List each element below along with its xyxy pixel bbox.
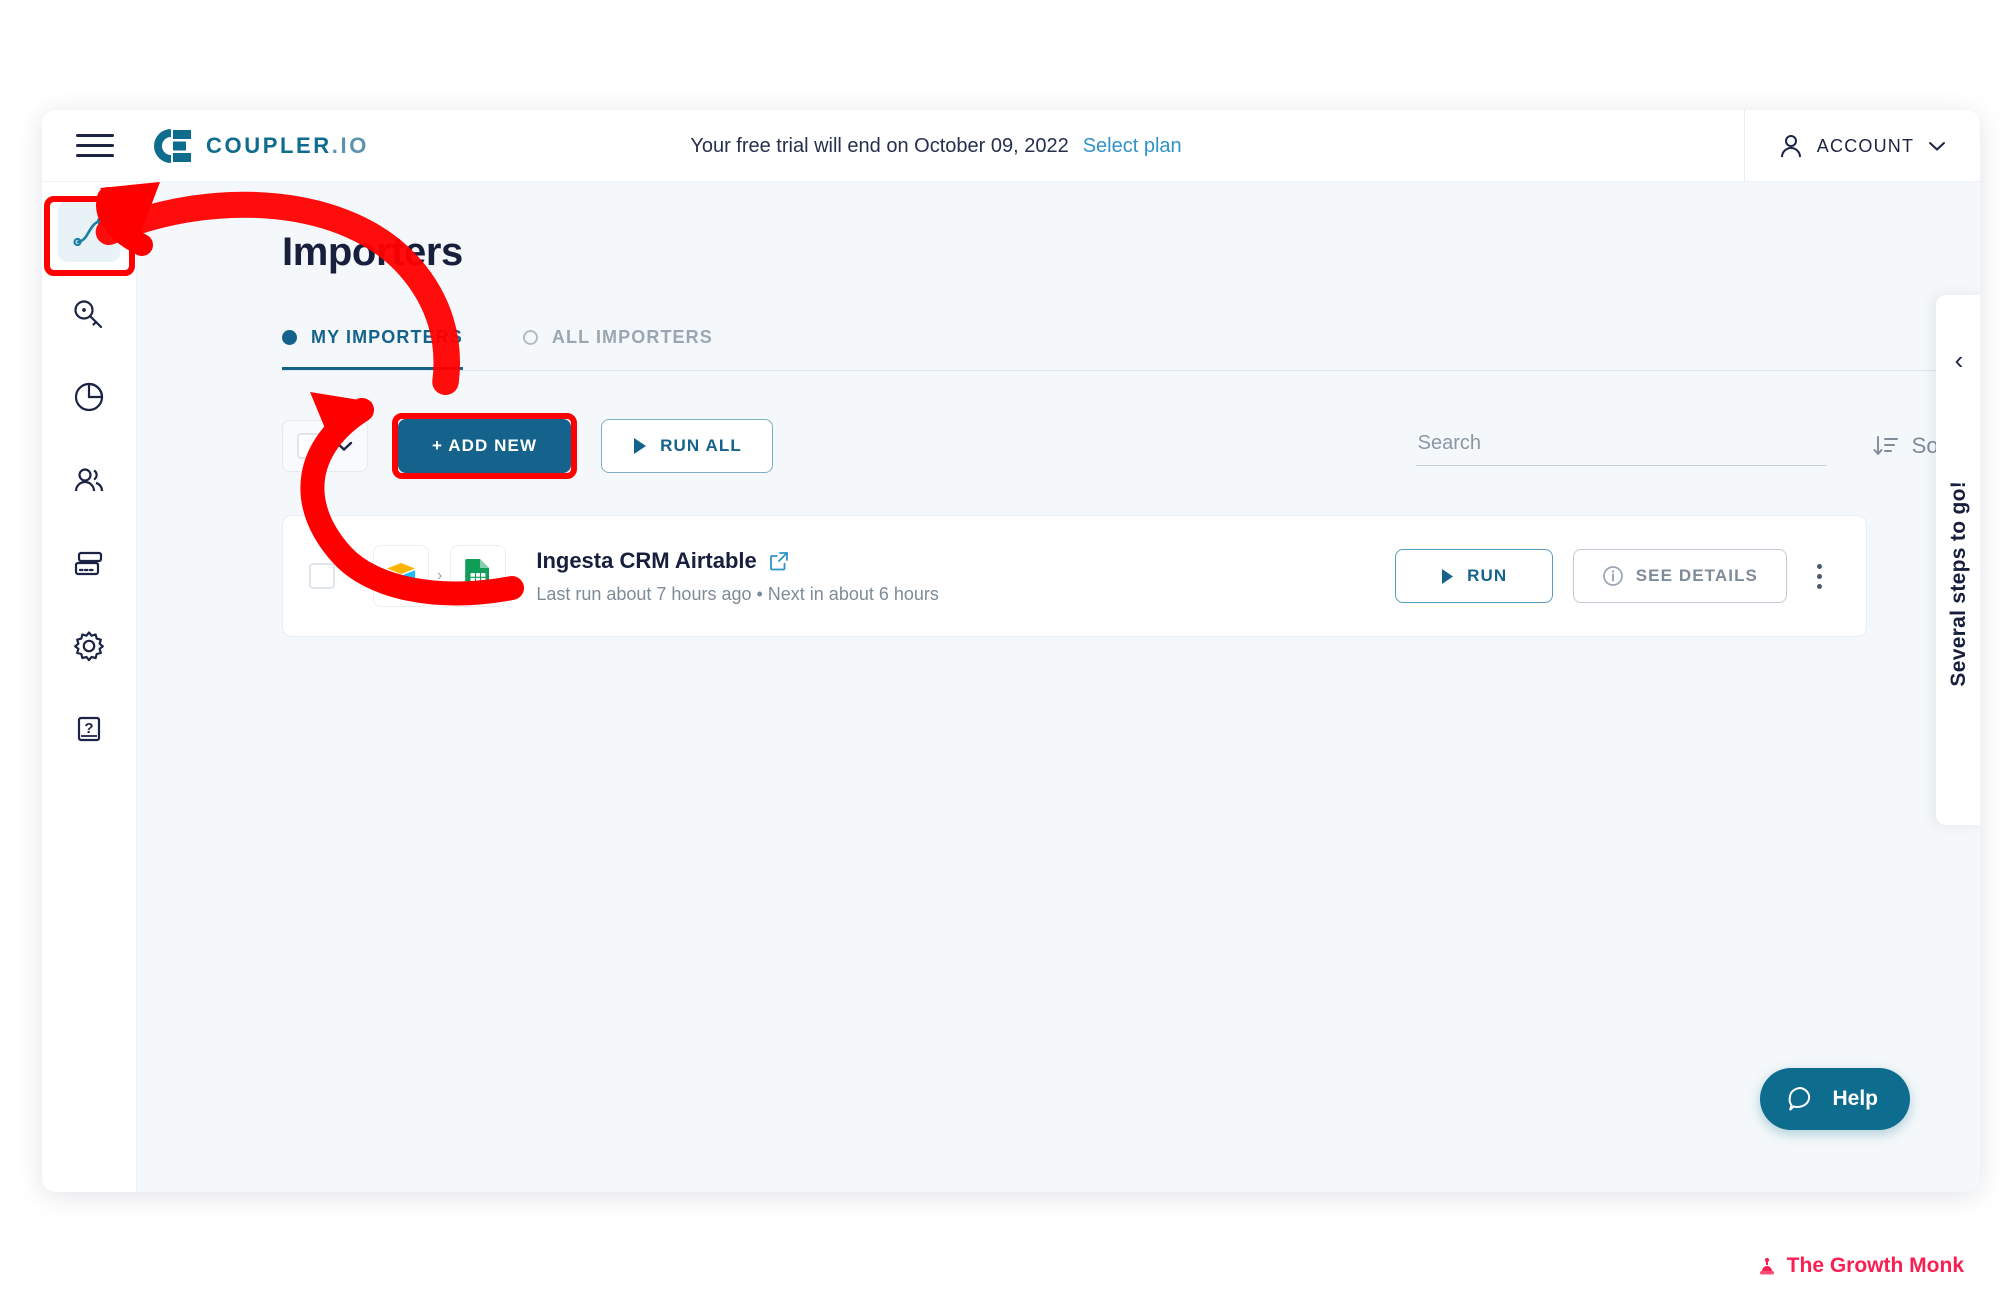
sidebar-rail: ?: [42, 182, 137, 1192]
tab-radio-icon: [282, 330, 297, 345]
screenshot-root: COUPLER.IO Your free trial will end on O…: [0, 0, 2000, 1300]
page-title: Importers: [282, 230, 463, 274]
trial-message: Your free trial will end on October 09, …: [690, 134, 1069, 157]
select-all-dropdown[interactable]: [282, 420, 368, 472]
importers-flow-icon: [73, 216, 106, 247]
hamburger-line: [76, 154, 114, 157]
sidebar-item-docs[interactable]: ?: [58, 698, 120, 760]
search-sort-group: Sort: [1415, 426, 1952, 466]
importer-row[interactable]: › Ingesta CRM Airtable Last run about 7 …: [282, 515, 1867, 637]
tab-label: MY IMPORTERS: [311, 327, 463, 347]
hamburger-line: [76, 134, 114, 137]
importer-tabs: MY IMPORTERS ALL IMPORTERS: [282, 327, 1952, 371]
sidebar-item-settings[interactable]: [58, 615, 120, 677]
key-icon: [74, 300, 103, 329]
brand-name-suffix: .IO: [331, 132, 369, 158]
sidebar-item-connections[interactable]: [58, 283, 120, 345]
list-toolbar: + ADD NEW RUN ALL Sort: [282, 413, 1952, 479]
sidebar-item-usage[interactable]: [58, 366, 120, 428]
help-book-icon: ?: [77, 716, 101, 742]
pie-chart-icon: [74, 382, 104, 412]
external-link-icon[interactable]: [769, 551, 789, 571]
help-button[interactable]: Help: [1760, 1068, 1910, 1130]
sidebar-item-billing[interactable]: [58, 532, 120, 594]
tab-my-importers[interactable]: MY IMPORTERS: [282, 327, 463, 370]
kebab-dot: [1817, 583, 1822, 589]
side-panel-text: Several steps to go!: [1947, 481, 1970, 687]
search-input[interactable]: [1415, 426, 1826, 466]
run-label: RUN: [1467, 566, 1508, 585]
destination-app-tile: [450, 545, 507, 607]
kebab-dot: [1817, 573, 1822, 579]
checkbox-icon[interactable]: [297, 433, 323, 459]
tab-radio-icon: [522, 330, 538, 345]
importer-actions: RUN SEE DETAILS: [1394, 549, 1832, 603]
tab-all-importers[interactable]: ALL IMPORTERS: [522, 327, 713, 370]
play-icon: [634, 438, 647, 454]
google-sheets-icon: [465, 559, 490, 594]
airtable-icon: [387, 563, 415, 587]
watermark-label: The Growth Monk: [1786, 1254, 1964, 1277]
sidebar-item-team[interactable]: [58, 449, 120, 511]
see-details-label: SEE DETAILS: [1635, 566, 1758, 585]
add-new-button[interactable]: + ADD NEW: [398, 419, 572, 473]
sidebar-item-importers[interactable]: [58, 200, 120, 262]
importer-status: Last run about 7 hours ago • Next in abo…: [536, 583, 939, 604]
see-details-button[interactable]: SEE DETAILS: [1572, 549, 1787, 603]
top-bar: COUPLER.IO Your free trial will end on O…: [42, 110, 1980, 182]
chevron-down-icon: [335, 441, 353, 452]
chevron-left-icon[interactable]: ‹: [1955, 347, 1964, 373]
sort-descending-icon: [1873, 436, 1898, 455]
info-icon: [1602, 566, 1623, 586]
connection-arrow-icon: ›: [437, 567, 443, 584]
kebab-dot: [1817, 563, 1822, 569]
row-checkbox[interactable]: [309, 563, 335, 589]
main-content: Importers MY IMPORTERS ALL IMPORTERS + A…: [137, 182, 1980, 1192]
add-new-highlight: + ADD NEW: [392, 413, 578, 479]
source-app-tile: [373, 545, 429, 607]
svg-text:?: ?: [84, 720, 93, 737]
run-all-label: RUN ALL: [660, 436, 742, 455]
users-icon: [74, 468, 104, 492]
hamburger-menu-icon[interactable]: [76, 131, 114, 161]
person-icon: [1780, 135, 1801, 158]
hamburger-line: [76, 144, 114, 147]
importer-info: Ingesta CRM Airtable Last run about 7 ho…: [536, 548, 939, 605]
connection-icons: ›: [373, 545, 507, 607]
watermark: The Growth Monk: [1756, 1254, 1964, 1278]
run-button[interactable]: RUN: [1394, 549, 1553, 603]
hat-icon: [1759, 1257, 1774, 1275]
account-label: ACCOUNT: [1816, 135, 1915, 156]
onboarding-side-panel[interactable]: ‹ Several steps to go!: [1936, 295, 1980, 825]
help-label: Help: [1832, 1087, 1878, 1110]
coupler-logo-icon: [153, 128, 191, 163]
brand-name: COUPLER.IO: [206, 133, 369, 159]
select-plan-link[interactable]: Select plan: [1083, 135, 1182, 158]
chevron-down-icon: [1929, 142, 1946, 151]
importer-title-row: Ingesta CRM Airtable: [536, 548, 939, 574]
kebab-menu-icon[interactable]: [1807, 556, 1832, 597]
app-window: COUPLER.IO Your free trial will end on O…: [42, 110, 1980, 1192]
gear-icon: [74, 631, 104, 662]
credit-card-icon: [74, 551, 103, 576]
tab-label: ALL IMPORTERS: [551, 327, 713, 347]
run-all-button[interactable]: RUN ALL: [601, 419, 773, 473]
account-menu[interactable]: ACCOUNT: [1744, 110, 1980, 182]
importer-name: Ingesta CRM Airtable: [536, 547, 757, 573]
brand-logo[interactable]: COUPLER.IO: [147, 126, 369, 166]
play-icon: [1442, 568, 1454, 584]
brand-name-main: COUPLER: [206, 132, 332, 158]
chat-bubble-icon: [1789, 1086, 1811, 1111]
importer-list: › Ingesta CRM Airtable Last run about 7 …: [282, 515, 1867, 637]
